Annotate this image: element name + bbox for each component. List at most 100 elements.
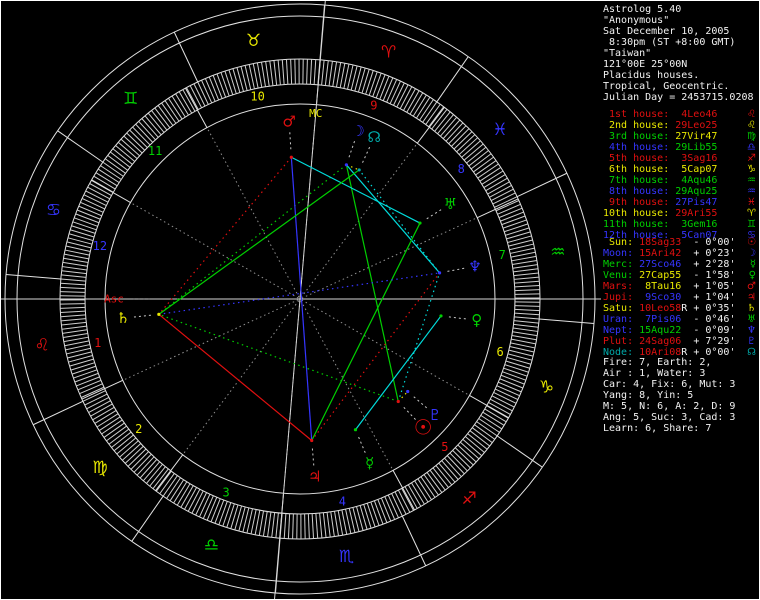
degree-tick <box>304 513 306 539</box>
house-cusp-spoke <box>301 299 468 395</box>
planet-label: Venu: <box>603 270 640 281</box>
house-label: 3rd house: <box>603 131 676 142</box>
degree-tick <box>77 379 102 391</box>
sign-glyph-pisces: ♓ <box>492 120 507 140</box>
degree-tick <box>375 74 386 99</box>
degree-tick <box>334 511 340 536</box>
degree-tick <box>387 494 399 519</box>
degree-tick <box>514 293 540 295</box>
planet-point <box>418 221 422 225</box>
planet-icon: ♂ <box>747 281 756 292</box>
house-number: 7 <box>499 248 506 262</box>
degree-tick <box>224 70 234 95</box>
house-cusp-line <box>469 395 509 419</box>
degree-tick <box>69 358 94 367</box>
degree-tick <box>60 282 86 286</box>
zodiac-sign-icon: ♎ <box>747 142 756 153</box>
zodiac-sign-icon: ♒ <box>747 175 756 186</box>
degree-tick <box>63 336 89 343</box>
aspect-square-line <box>158 156 292 315</box>
sign-boundary <box>496 435 543 468</box>
house-list: 1st house: 4Leo46 ♌ 2nd house: 29Leo25 ♌ 3… <box>603 109 759 241</box>
house-row: 4th house: 29Lib55 ♎ <box>603 142 759 153</box>
house-cusp-spoke <box>183 300 300 454</box>
degree-tick <box>311 513 315 539</box>
degree-tick <box>80 386 105 398</box>
degree-tick <box>285 59 289 85</box>
stat-line: Fire: 7, Earth: 2, <box>603 357 712 368</box>
house-cusp-value: 29Leo25 <box>675 120 718 131</box>
planet-position-value: 27Sco46 <box>639 259 682 270</box>
wheel-planet-glyph-jupiter: ♃ <box>308 467 321 485</box>
planet-point <box>406 389 410 394</box>
sign-boundary <box>57 130 104 163</box>
info-panel: Astrolog 5.40 "Anonymous" Sat December 1… <box>603 1 759 599</box>
planet-pointer <box>360 146 371 166</box>
degree-tick <box>505 227 530 236</box>
house-cusp-value: 29Lib55 <box>675 142 718 153</box>
degree-tick <box>514 280 540 284</box>
degree-tick <box>73 217 98 227</box>
house-cusp-value: 5Cap07 <box>675 164 718 175</box>
degree-tick <box>514 289 540 292</box>
stat-line: Air : 1, Water: 3 <box>603 368 706 379</box>
degree-tick <box>514 305 540 307</box>
degree-tick <box>62 329 88 334</box>
house-number: 1 <box>94 336 101 350</box>
degree-tick <box>384 496 396 520</box>
sign-boundary <box>539 318 595 325</box>
chart-header: Astrolog 5.40 "Anonymous" Sat December 1… <box>603 4 759 103</box>
degree-tick <box>513 320 539 324</box>
planet-icon: ♃ <box>747 292 756 303</box>
degree-tick <box>512 264 538 269</box>
planet-velocity: + 1°04' <box>687 292 736 303</box>
planet-velocity: + 7°29' <box>687 336 736 347</box>
degree-tick <box>265 61 270 87</box>
house-label: 5th house: <box>603 153 676 164</box>
degree-tick <box>73 369 98 379</box>
degree-tick <box>63 257 89 264</box>
degree-tick <box>208 76 220 101</box>
chart-time: 8:30pm (ST +8:00 GMT) <box>603 37 736 48</box>
chart-statistics: Fire: 7, Earth: 2, Air : 1, Water: 3 Car: … <box>603 357 759 434</box>
planet-point <box>396 399 400 404</box>
wheel-planet-glyph-neptune: ♆ <box>468 257 481 275</box>
degree-tick <box>232 68 241 93</box>
sign-glyph-virgo: ♍ <box>92 458 107 478</box>
house-number: 8 <box>458 162 465 176</box>
planet-point <box>353 428 358 432</box>
degree-tick <box>204 78 216 102</box>
planet-label: Uran: <box>603 314 640 325</box>
degree-tick <box>498 207 523 219</box>
degree-tick <box>503 367 528 377</box>
degree-tick <box>61 321 87 326</box>
degree-tick <box>222 502 232 527</box>
planet-velocity: + 1°05' <box>687 281 736 292</box>
degree-tick <box>78 205 102 217</box>
degree-tick <box>201 79 213 104</box>
stat-line: Ang: 5, Suc: 3, Cad: 3 <box>603 412 736 423</box>
planet-position-value: 8Tau16 <box>639 281 682 292</box>
stat-line: Car: 4, Fix: 6, Mut: 3 <box>603 379 736 390</box>
house-row: 5th house: 3Sag16 ♐ <box>603 153 759 164</box>
degree-tick <box>61 325 87 330</box>
house-row: 11th house: 3Gem16 ♊ <box>603 219 759 230</box>
degree-tick <box>335 62 342 88</box>
angle-axis <box>274 1 326 599</box>
degree-tick <box>337 510 344 536</box>
degree-tick <box>271 512 276 538</box>
house-cusp-spoke <box>300 300 393 469</box>
planet-position-value: 15Ari42 <box>639 248 682 259</box>
planet-position-value: 10Leo58 <box>639 303 682 314</box>
house-row: 9th house: 27Pis47 ♓ <box>603 197 759 208</box>
degree-tick <box>269 60 274 86</box>
degree-tick <box>228 69 237 94</box>
house-number: 6 <box>496 345 503 359</box>
aspect-sextile-line <box>397 272 441 402</box>
degree-tick <box>514 308 540 312</box>
degree-tick <box>220 72 230 97</box>
degree-tick <box>332 61 338 87</box>
degree-tick <box>361 69 370 94</box>
planet-pointer <box>445 316 466 320</box>
degree-tick <box>292 513 294 539</box>
